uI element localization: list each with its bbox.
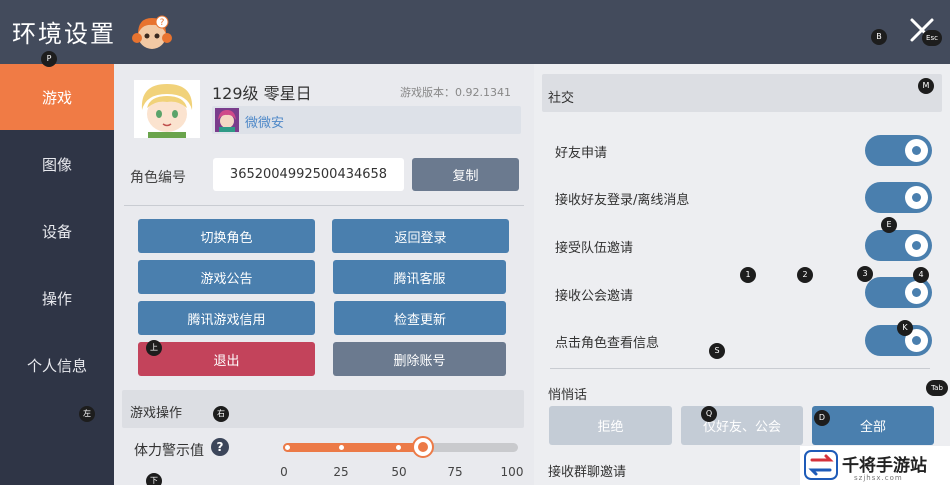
header-bar: 环境设置 ? B Esc <box>0 0 950 64</box>
mascot-icon: ? <box>132 15 172 49</box>
social-header: 社交 <box>542 74 942 112</box>
team-invite-toggle[interactable] <box>865 230 932 261</box>
slider-tick-label: 75 <box>447 465 463 479</box>
hotkey-q-badge: Q <box>701 406 717 422</box>
slider-step-dot <box>396 445 401 450</box>
whisper-reject-button[interactable]: 拒绝 <box>549 406 672 445</box>
toggle-knob <box>905 234 928 257</box>
sidebar-item-game[interactable]: 游戏 <box>0 64 114 130</box>
slider-tick-label: 100 <box>500 465 524 479</box>
slider-thumb[interactable] <box>412 436 434 458</box>
back-to-login-button[interactable]: 返回登录 <box>332 219 509 253</box>
toggle-knob <box>905 186 928 209</box>
divider <box>550 368 930 369</box>
hotkey-down-badge: 下 <box>146 473 162 485</box>
slider-step-dot <box>285 445 290 450</box>
hotkey-k-badge: K <box>897 320 913 336</box>
watermark-logo-icon <box>804 450 838 480</box>
role-id-label: 角色编号 <box>130 170 186 186</box>
slider-step-dot <box>339 445 344 450</box>
whisper-label: 悄悄话 <box>548 388 588 403</box>
help-icon[interactable]: ? <box>211 438 229 456</box>
linked-friend[interactable]: 微微安 <box>212 106 521 134</box>
delete-account-button[interactable]: 删除账号 <box>333 342 506 376</box>
watermark-text: 千将手游站 <box>842 456 927 476</box>
check-update-button[interactable]: 检查更新 <box>334 301 506 335</box>
view-role-info-label: 点击角色查看信息 <box>555 336 660 351</box>
whisper-friends-guild-button[interactable]: 仅好友、公会 <box>681 406 803 445</box>
slider-fill <box>283 443 423 452</box>
toggle-knob <box>905 139 928 162</box>
hotkey-1-badge: 1 <box>740 267 756 283</box>
sidebar-item-controls[interactable]: 操作 <box>0 265 114 331</box>
player-level-name: 129级 零星日 <box>212 84 312 103</box>
customer-service-button[interactable]: 腾讯客服 <box>333 260 506 294</box>
team-invite-label: 接受队伍邀请 <box>555 241 634 256</box>
group-chat-invite-label: 接收群聊邀请 <box>548 465 627 480</box>
hotkey-m-badge: M <box>918 78 934 94</box>
divider <box>124 205 524 206</box>
hotkey-b-badge: B <box>871 29 887 45</box>
watermark-url: szjhsx.com <box>854 474 903 482</box>
friend-login-notice-label: 接收好友登录/离线消息 <box>555 193 690 208</box>
stamina-warning-label: 体力警示值 <box>134 443 204 459</box>
game-credit-button[interactable]: 腾讯游戏信用 <box>138 301 315 335</box>
slider-tick-label: 0 <box>280 465 288 479</box>
hotkey-d-badge: D <box>814 410 830 426</box>
hotkey-esc-badge: Esc <box>922 30 942 46</box>
game-ops-header: 游戏操作 <box>122 390 524 428</box>
hotkey-e-badge: E <box>881 217 897 233</box>
copy-button[interactable]: 复制 <box>412 158 519 191</box>
sidebar-item-profile[interactable]: 个人信息 <box>0 332 114 398</box>
sidebar: 游戏 图像 设备 操作 个人信息 <box>0 64 114 485</box>
hotkey-s-badge: S <box>709 343 725 359</box>
game-version: 游戏版本：0.92.1341 <box>400 86 511 99</box>
hotkey-4-badge: 4 <box>913 267 929 283</box>
stamina-slider[interactable] <box>283 436 518 458</box>
toggle-knob <box>905 281 928 304</box>
hotkey-tab-badge: Tab <box>926 380 948 396</box>
hotkey-up-badge: 上 <box>146 340 162 356</box>
sidebar-item-device[interactable]: 设备 <box>0 198 114 264</box>
friend-avatar-icon <box>215 108 239 132</box>
hotkey-right-badge: 右 <box>213 406 229 422</box>
guild-invite-label: 接收公会邀请 <box>555 289 634 304</box>
hotkey-2-badge: 2 <box>797 267 813 283</box>
game-notice-button[interactable]: 游戏公告 <box>138 260 315 294</box>
whisper-all-button[interactable]: 全部 <box>812 406 934 445</box>
hotkey-left-badge: 左 <box>79 406 95 422</box>
friend-login-notice-toggle[interactable] <box>865 182 932 213</box>
slider-tick-label: 25 <box>333 465 349 479</box>
role-id-value: 3652004992500434658 <box>213 158 404 191</box>
sidebar-item-graphics[interactable]: 图像 <box>0 131 114 197</box>
hotkey-p-badge: P <box>41 51 57 67</box>
page-title: 环境设置 <box>12 20 116 48</box>
social-title: 社交 <box>548 91 575 106</box>
hotkey-3-badge: 3 <box>857 266 873 282</box>
switch-role-button[interactable]: 切换角色 <box>138 219 315 253</box>
avatar <box>134 80 200 138</box>
site-watermark: 千将手游站 szjhsx.com <box>800 446 950 485</box>
friend-request-toggle[interactable] <box>865 135 932 166</box>
slider-tick-label: 50 <box>391 465 407 479</box>
game-ops-title: 游戏操作 <box>130 406 183 421</box>
logout-button[interactable]: 退出 <box>138 342 315 376</box>
friend-name: 微微安 <box>245 116 285 131</box>
friend-request-label: 好友申请 <box>555 146 608 161</box>
svg-text:?: ? <box>160 18 165 28</box>
